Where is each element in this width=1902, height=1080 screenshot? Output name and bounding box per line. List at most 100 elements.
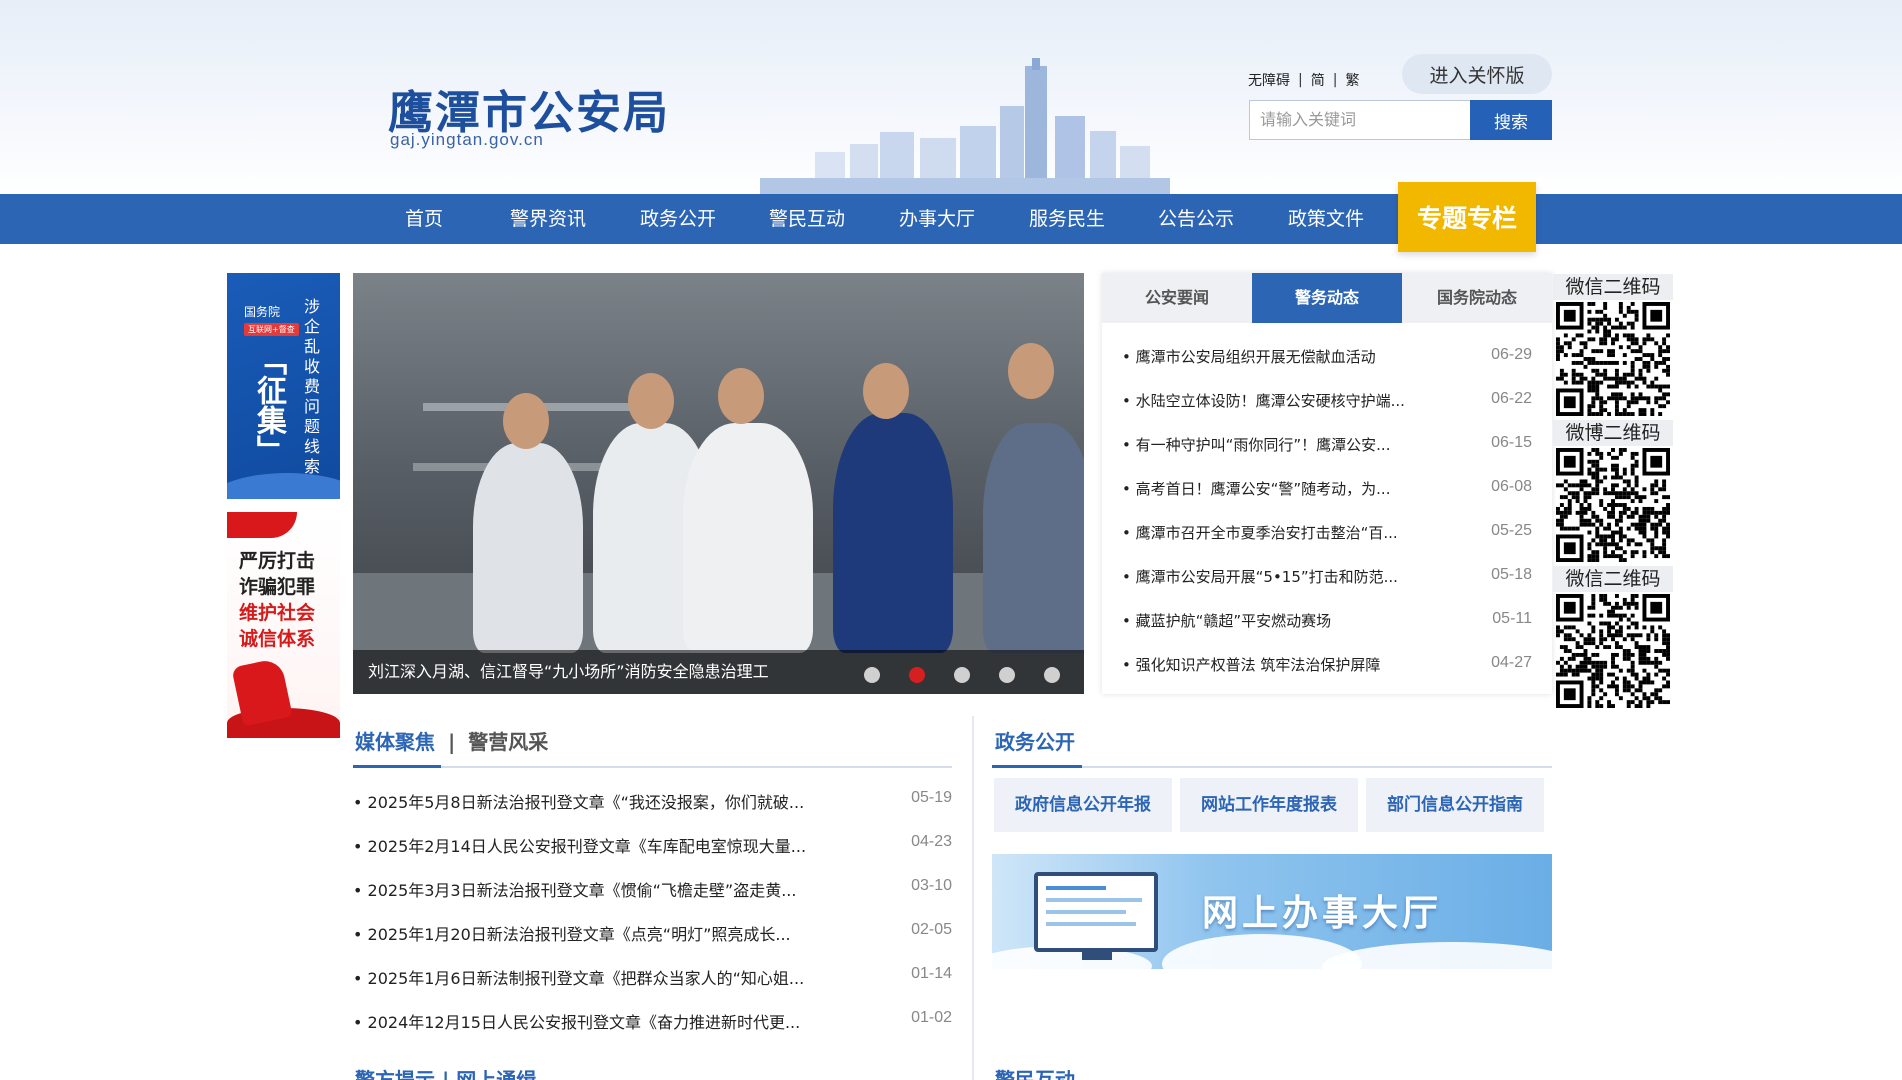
media-item[interactable]: • 2024年12月15日人民公安报刊登文章《奋力推进新时代更... 01-02	[353, 1009, 952, 1033]
news-item-title[interactable]: 鹰潭市公安局开展“5•15”打击和防范...	[1136, 568, 1398, 586]
tab-state-council[interactable]: 国务院动态	[1402, 273, 1552, 323]
nav-special-topics[interactable]: 专题专栏	[1398, 182, 1536, 252]
slider-dot[interactable]	[1044, 667, 1060, 683]
search-button[interactable]: 搜索	[1470, 100, 1552, 140]
banner-anti-fraud[interactable]: 严厉打击 诈骗犯罪 维护社会 诚信体系	[227, 512, 340, 738]
interaction-header[interactable]: 警民互动	[995, 1064, 1075, 1080]
news-item-line: • 高考首日！鹰潭公安“警”随考动，为...	[1122, 478, 1390, 499]
online-service-hall-banner[interactable]: 网上办事大厅	[992, 854, 1552, 969]
flag-icon	[227, 512, 297, 538]
slider-dot[interactable]	[954, 667, 970, 683]
news-item[interactable]: • 高考首日！鹰潭公安“警”随考动，为... 06-08	[1122, 478, 1532, 502]
media-item-date: 04-23	[911, 833, 952, 850]
wechat-qr-code-2[interactable]	[1556, 594, 1670, 708]
banner-line-4: 诚信体系	[239, 628, 316, 650]
bullet-icon: •	[1122, 480, 1136, 498]
main-nav: 首页 警界资讯 政务公开 警民互动 办事大厅 服务民生 公告公示 政策文件	[0, 194, 1902, 244]
tab-police-headlines[interactable]: 公安要闻	[1102, 273, 1252, 323]
media-item-title[interactable]: 2025年3月3日新法治报刊登文章《惯偷“飞檐走壁”盗走黄...	[368, 881, 797, 900]
news-item-title[interactable]: 高考首日！鹰潭公安“警”随考动，为...	[1136, 480, 1391, 498]
traditional-link[interactable]: 繁	[1345, 70, 1359, 90]
media-item[interactable]: • 2025年5月8日新法治报刊登文章《“我还没报案，你们就破... 05-19	[353, 789, 952, 813]
news-item-title[interactable]: 藏蓝护航“赣超”平安燃动赛场	[1136, 612, 1332, 630]
simplified-link[interactable]: 简	[1311, 70, 1325, 90]
media-item-title[interactable]: 2025年1月20日新法治报刊登文章《点亮“明灯”照亮成长...	[368, 925, 791, 944]
site-header: 鹰潭市公安局 gaj.yingtan.gov.cn 无障碍 | 简 | 繁 进入…	[0, 0, 1902, 194]
tab-police-dynamics[interactable]: 警务动态	[1252, 273, 1402, 323]
news-slider[interactable]: 刘江深入月湖、信江督导“九小场所”消防安全隐患治理工	[353, 273, 1084, 694]
bullet-icon: •	[1122, 568, 1136, 586]
nav-service-hall[interactable]: 办事大厅	[889, 194, 985, 244]
slide-photo-person	[833, 413, 953, 653]
media-item[interactable]: • 2025年3月3日新法治报刊登文章《惯偷“飞檐走壁”盗走黄... 03-10	[353, 877, 952, 901]
bullet-icon: •	[1122, 656, 1136, 674]
slider-dot[interactable]	[999, 667, 1015, 683]
slider-dot[interactable]	[909, 667, 925, 683]
media-item-title[interactable]: 2024年12月15日人民公安报刊登文章《奋力推进新时代更...	[368, 1013, 801, 1032]
news-item-title[interactable]: 强化知识产权普法 筑牢法治保护屏障	[1136, 656, 1381, 674]
media-item-date: 01-02	[911, 1009, 952, 1026]
weibo-qr-code[interactable]	[1556, 448, 1670, 562]
nav-livelihood[interactable]: 服务民生	[1019, 194, 1115, 244]
news-item[interactable]: • 有一种守护叫“雨你同行”！鹰潭公安... 06-15	[1122, 434, 1532, 458]
media-item[interactable]: • 2025年1月20日新法治报刊登文章《点亮“明灯”照亮成长... 02-05	[353, 921, 952, 945]
news-item-date: 04-27	[1491, 654, 1532, 671]
tab-media-focus[interactable]: 媒体聚焦	[355, 730, 435, 754]
computer-stand	[1082, 952, 1112, 960]
nav-notices[interactable]: 公告公示	[1148, 194, 1244, 244]
nav-policy[interactable]: 政策文件	[1278, 194, 1374, 244]
separator: |	[1332, 72, 1338, 88]
service-hall-label: 网上办事大厅	[1202, 893, 1443, 934]
slide-photo-person	[718, 368, 764, 424]
news-item[interactable]: • 强化知识产权普法 筑牢法治保护屏障 04-27	[1122, 654, 1532, 678]
media-item-line: • 2025年3月3日新法治报刊登文章《惯偷“飞檐走壁”盗走黄...	[353, 877, 796, 901]
news-item-title[interactable]: 鹰潭市召开全市夏季治安打击整治“百...	[1136, 524, 1398, 542]
news-panel: 公安要闻 警务动态 国务院动态 • 鹰潭市公安局组织开展无偿献血活动 06-29 •…	[1102, 273, 1552, 694]
dept-disclosure-guide-button[interactable]: 部门信息公开指南	[1366, 778, 1544, 832]
wechat-qr-code[interactable]	[1556, 302, 1670, 416]
news-item[interactable]: • 鹰潭市公安局开展“5•15”打击和防范... 05-18	[1122, 566, 1532, 590]
media-item-title[interactable]: 2025年2月14日人民公安报刊登文章《车库配电室惊现大量...	[368, 837, 807, 856]
news-item[interactable]: • 鹰潭市公安局组织开展无偿献血活动 06-29	[1122, 346, 1532, 370]
media-item-title[interactable]: 2025年1月6日新法制报刊登文章《把群众当家人的“知心姐...	[368, 969, 805, 988]
media-item-title[interactable]: 2025年5月8日新法治报刊登文章《“我还没报案，你们就破...	[368, 793, 805, 812]
nav-interaction[interactable]: 警民互动	[759, 194, 855, 244]
bullet-icon: •	[353, 1013, 368, 1032]
news-item-line: • 强化知识产权普法 筑牢法治保护屏障	[1122, 654, 1380, 675]
bullet-icon: •	[1122, 436, 1136, 454]
site-annual-report-button[interactable]: 网站工作年度报表	[1180, 778, 1358, 832]
banner-fee-clues[interactable]: 国务院 互联网+督查 「征集」 涉企乱收费问题线索	[227, 273, 340, 499]
news-item-line: • 水陆空立体设防！鹰潭公安硬核守护端...	[1122, 390, 1405, 411]
nav-home[interactable]: 首页	[379, 194, 469, 244]
media-item[interactable]: • 2025年1月6日新法制报刊登文章《把群众当家人的“知心姐... 01-14	[353, 965, 952, 989]
news-item-title[interactable]: 鹰潭市公安局组织开展无偿献血活动	[1136, 348, 1376, 366]
banner-tag: 互联网+督查	[244, 323, 299, 336]
media-item-line: • 2025年5月8日新法治报刊登文章《“我还没报案，你们就破...	[353, 789, 804, 813]
news-item-line: • 鹰潭市公安局组织开展无偿献血活动	[1122, 346, 1376, 367]
gov-annual-report-button[interactable]: 政府信息公开年报	[994, 778, 1172, 832]
news-item-date: 06-29	[1491, 346, 1532, 363]
slider-caption[interactable]: 刘江深入月湖、信江督导“九小场所”消防安全隐患治理工	[368, 650, 769, 694]
slider-dot[interactable]	[864, 667, 880, 683]
accessibility-link[interactable]: 无障碍	[1248, 70, 1290, 90]
news-item[interactable]: • 藏蓝护航“赣超”平安燃动赛场 05-11	[1122, 610, 1532, 634]
news-item-date: 06-15	[1491, 434, 1532, 451]
nav-police-news[interactable]: 警界资讯	[500, 194, 596, 244]
bullet-icon: •	[353, 881, 368, 900]
media-item[interactable]: • 2025年2月14日人民公安报刊登文章《车库配电室惊现大量... 04-23	[353, 833, 952, 857]
nav-gov-affairs[interactable]: 政务公开	[630, 194, 726, 244]
tab-police-style[interactable]: 警营风采	[468, 730, 548, 754]
gov-section-title[interactable]: 政务公开	[995, 726, 1075, 755]
news-item[interactable]: • 水陆空立体设防！鹰潭公安硬核守护端... 06-22	[1122, 390, 1532, 414]
care-mode-button[interactable]: 进入关怀版	[1402, 54, 1552, 94]
screen-detail	[1046, 922, 1136, 926]
news-item-date: 05-18	[1491, 566, 1532, 583]
news-item-title[interactable]: 有一种守护叫“雨你同行”！鹰潭公安...	[1136, 436, 1391, 454]
news-item-title[interactable]: 水陆空立体设防！鹰潭公安硬核守护端...	[1136, 392, 1405, 410]
slider-caption-bar: 刘江深入月湖、信江督导“九小场所”消防安全隐患治理工	[353, 650, 1084, 694]
banner-headline: 「征集」	[251, 345, 286, 465]
news-item[interactable]: • 鹰潭市召开全市夏季治安打击整治“百... 05-25	[1122, 522, 1532, 546]
search-input[interactable]: 请输入关键词	[1249, 100, 1471, 140]
police-tips-header[interactable]: 警方提示 | 网上通缉	[355, 1064, 536, 1080]
slide-photo-person	[983, 423, 1084, 653]
